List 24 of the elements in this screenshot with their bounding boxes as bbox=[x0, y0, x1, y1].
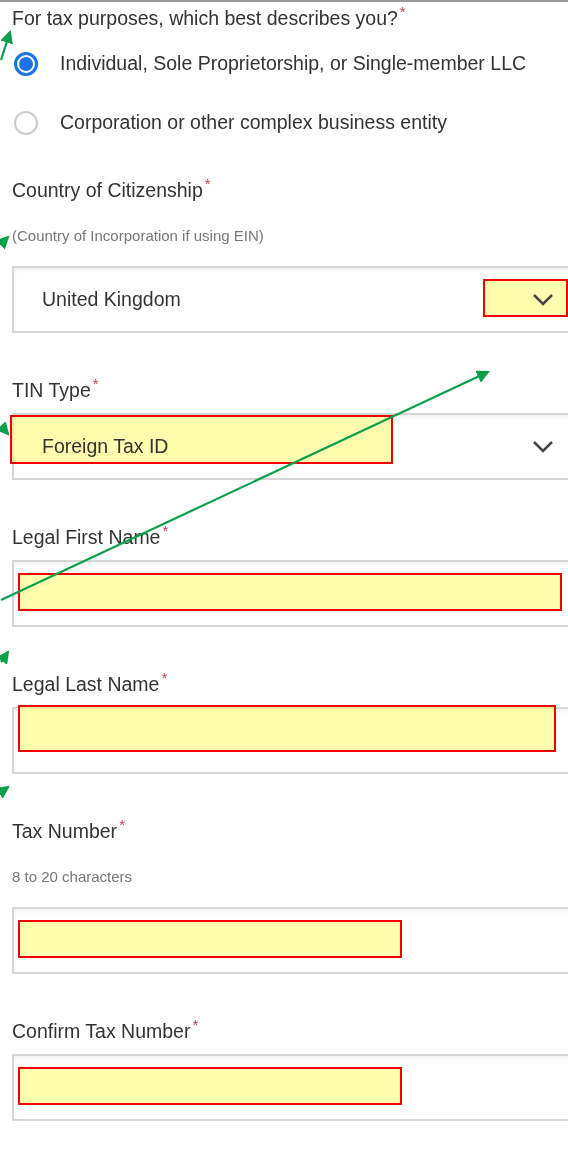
input-field[interactable] bbox=[12, 560, 568, 627]
option-label[interactable]: Individual, Sole Proprietorship, or Single-member LLC bbox=[60, 48, 530, 79]
input-field[interactable] bbox=[12, 1054, 568, 1121]
field-hint: 8 to 20 characters bbox=[12, 867, 133, 887]
select-field[interactable]: United Kingdom bbox=[12, 266, 568, 333]
radio-button[interactable] bbox=[14, 111, 38, 135]
option-label[interactable]: Corporation or other complex business entity bbox=[60, 107, 530, 138]
field-label: Tax Number$^{*}$ bbox=[12, 819, 125, 843]
arrow bbox=[0, 650, 10, 665]
field-label: TIN Type$^{*}$ bbox=[12, 378, 99, 402]
select-field[interactable]: Foreign Tax ID bbox=[12, 413, 568, 480]
arrow bbox=[0, 785, 10, 799]
field-label: Country of Citizenship$^{*}$ bbox=[12, 178, 211, 202]
chevron-icon bbox=[532, 293, 554, 306]
field-label: Legal Last Name$^{*}$ bbox=[12, 672, 168, 696]
radio-button[interactable] bbox=[14, 52, 38, 76]
field-label: Confirm Tax Number$^{*}$ bbox=[12, 1019, 199, 1043]
arrow bbox=[0, 235, 10, 250]
input-field[interactable] bbox=[12, 707, 568, 774]
question-label: For tax purposes, which best describes you?$^{*}$ bbox=[12, 6, 406, 30]
input-field[interactable] bbox=[12, 907, 568, 974]
chevron-icon bbox=[532, 440, 554, 453]
arrow bbox=[0, 29, 13, 61]
field-hint: (Country of Incorporation if using EIN) bbox=[12, 226, 264, 246]
